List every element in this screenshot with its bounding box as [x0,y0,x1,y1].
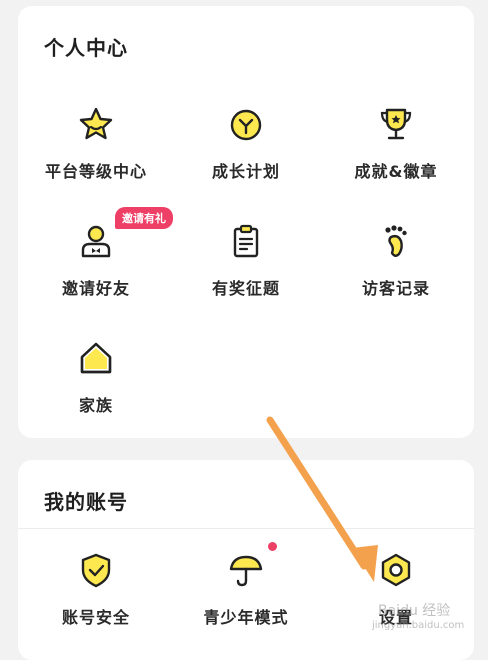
family-button[interactable]: 家族 [20,338,172,416]
invite-gift-badge: 邀请有礼 [115,207,173,229]
platform-level-center-button[interactable]: 平台等级中心 [20,104,172,182]
item-label: 账号安全 [61,608,130,627]
visitor-records-button[interactable]: 访客记录 [320,221,472,299]
account-security-button[interactable]: 账号安全 [20,550,172,628]
item-label: 家族 [78,396,113,415]
item-label: 访客记录 [361,279,430,298]
personal-center-title: 个人中心 [44,36,128,60]
footprint-icon [385,225,407,257]
section-divider [18,528,474,529]
growth-plan-button[interactable]: 成长计划 [170,104,322,182]
personal-center-card: 个人中心 平台等级中心 成长计划 成就&徽章 邀请有礼 邀请好友 有奖征题 访客… [18,6,474,438]
person-icon [81,225,111,258]
item-label: 邀请好友 [61,279,130,298]
item-label: 青少年模式 [203,608,289,627]
notification-dot [268,542,277,551]
clock-icon [230,109,262,141]
item-label: 有奖征题 [211,279,280,298]
my-account-title: 我的账号 [44,490,128,514]
trophy-icon [380,108,412,140]
prize-questions-button[interactable]: 有奖征题 [170,221,322,299]
star-icon [79,107,113,140]
watermark-logo: Baidu 经验 [378,603,451,619]
invite-friends-button[interactable]: 邀请有礼 邀请好友 [20,207,173,299]
clipboard-icon [233,224,259,258]
umbrella-icon [229,555,263,587]
item-label: 成长计划 [211,162,280,181]
house-icon [80,342,112,374]
achievements-badges-button[interactable]: 成就&徽章 [320,104,472,182]
watermark-url: jingyan.baidu.com [372,620,465,631]
teen-mode-button[interactable]: 青少年模式 [170,542,322,628]
item-label: 平台等级中心 [44,162,147,181]
shield-icon [81,553,111,588]
hexagon-nut-icon [381,553,411,587]
item-label: 成就&徽章 [354,162,438,181]
